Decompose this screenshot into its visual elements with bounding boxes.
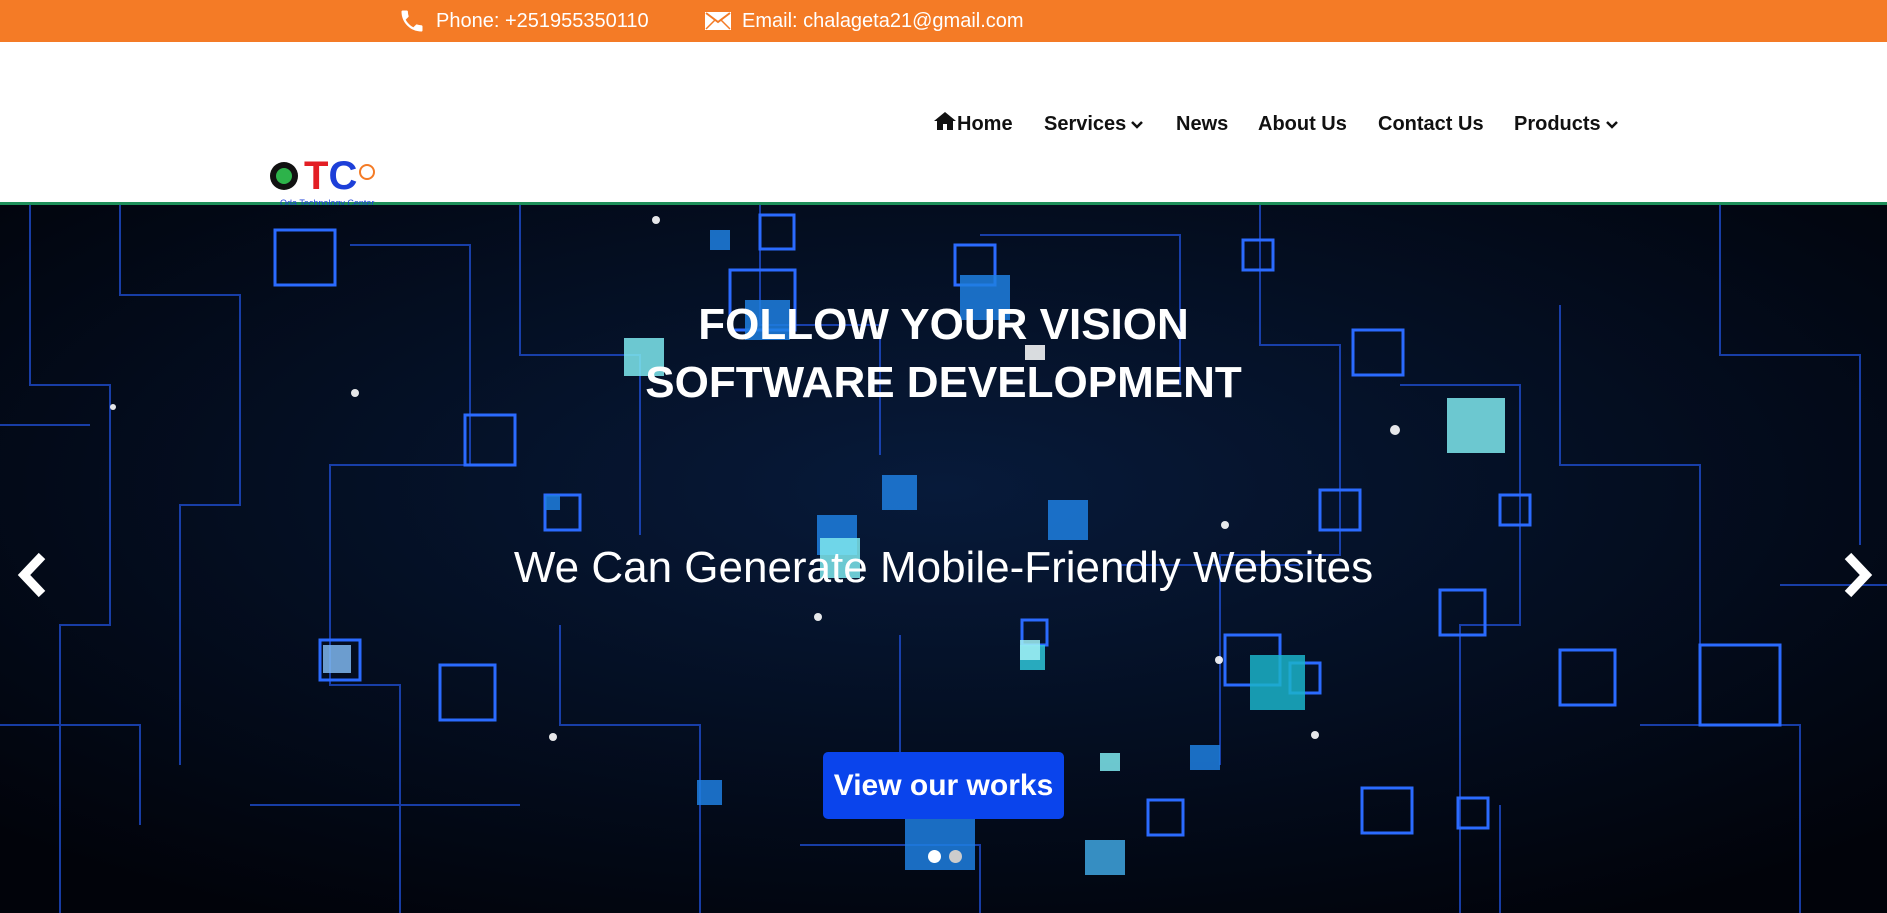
nav-products-label: Products	[1514, 112, 1601, 135]
chevron-down-icon	[1131, 113, 1144, 136]
home-icon	[933, 111, 957, 137]
chevron-left-icon	[12, 552, 52, 604]
logo-globe-icon	[359, 164, 376, 180]
chevron-right-icon	[1838, 552, 1878, 604]
logo-letter-c: C	[328, 154, 358, 198]
slider-dot-2[interactable]	[949, 850, 962, 863]
slider-prev-button[interactable]	[12, 550, 52, 600]
nav-services-label: Services	[1044, 112, 1127, 135]
nav-services[interactable]: Services	[1044, 104, 1144, 144]
nav-home-label: Home	[957, 112, 1013, 135]
nav-about-label: About Us	[1258, 112, 1347, 135]
hero-headline-line2: SOFTWARE DEVELOPMENT	[645, 358, 1242, 407]
slider-next-button[interactable]	[1838, 550, 1878, 600]
envelope-icon	[704, 11, 732, 31]
nav-news[interactable]: News	[1176, 104, 1228, 144]
logo-letter-t: T	[304, 154, 329, 198]
main-nav: Home Services News About Us Contact Us P…	[0, 104, 1887, 144]
hero-slider: FOLLOW YOUR VISION SOFTWARE DEVELOPMENT …	[0, 205, 1887, 913]
slider-indicators	[928, 850, 962, 863]
phone-text: Phone: +251955350110	[436, 9, 649, 32]
hero-headline-line1: FOLLOW YOUR VISION	[698, 300, 1189, 349]
nav-products[interactable]: Products	[1514, 104, 1618, 144]
nav-news-label: News	[1176, 112, 1229, 135]
nav-contact-label: Contact Us	[1378, 112, 1484, 135]
nav-about[interactable]: About Us	[1258, 104, 1347, 144]
hero-subheadline: We Can Generate Mobile-Friendly Websites	[513, 543, 1374, 592]
nav-contact[interactable]: Contact Us	[1378, 104, 1484, 144]
phone-contact[interactable]: Phone: +251955350110	[398, 0, 649, 42]
chevron-down-icon	[1605, 113, 1618, 136]
email-contact[interactable]: Email: chalageta21@gmail.com	[704, 0, 1024, 42]
view-works-button[interactable]: View our works	[823, 752, 1064, 819]
contact-topbar: Phone: +251955350110 Email: chalageta21@…	[0, 0, 1887, 42]
logo-circle-o	[270, 162, 298, 190]
slider-dot-1[interactable]	[928, 850, 941, 863]
email-text: Email: chalageta21@gmail.com	[742, 9, 1024, 32]
phone-icon	[398, 7, 426, 35]
nav-home[interactable]: Home	[933, 104, 1013, 144]
